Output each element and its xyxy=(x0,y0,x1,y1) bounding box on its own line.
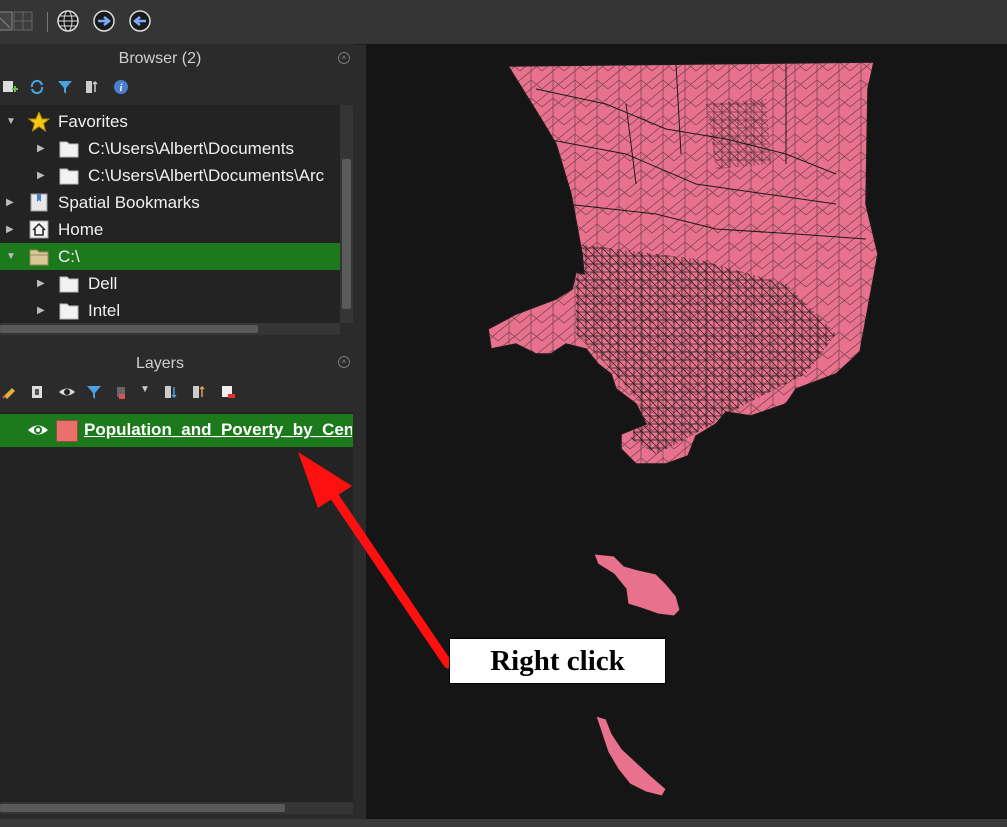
chevron-right-icon[interactable]: ▶ xyxy=(37,162,45,189)
bookmark-icon xyxy=(29,193,49,212)
chevron-right-icon[interactable]: ▶ xyxy=(37,297,45,323)
style-icon[interactable] xyxy=(2,384,18,400)
refresh-icon[interactable] xyxy=(29,79,45,95)
layer-item-population-poverty[interactable]: Population_and_Poverty_by_Cen xyxy=(0,414,353,447)
info-icon[interactable]: i xyxy=(113,79,129,95)
chevron-down-icon[interactable]: ▼ xyxy=(6,108,16,135)
drive-folder-icon xyxy=(29,247,49,266)
close-icon[interactable]: × xyxy=(338,52,350,64)
tree-item-spatial-bookmarks[interactable]: ▶ Spatial Bookmarks xyxy=(0,189,340,216)
island-san-clemente xyxy=(595,715,667,797)
close-icon[interactable]: × xyxy=(338,356,350,368)
filter-expression-icon[interactable] xyxy=(114,384,130,400)
map-svg[interactable] xyxy=(366,44,1007,819)
folder-icon xyxy=(59,166,79,185)
tree-item-label: C:\Users\Albert\Documents\Arc xyxy=(88,166,325,185)
tree-item-label: Intel xyxy=(88,301,121,320)
tree-item-dell[interactable]: ▶ Dell xyxy=(0,270,340,297)
browser-tree: ▼ Favorites ▶ C:\Users\Albert\Documents … xyxy=(0,105,340,323)
grid-icon[interactable] xyxy=(12,9,36,33)
browser-vertical-scrollbar[interactable] xyxy=(340,105,353,323)
layer-color-swatch[interactable] xyxy=(56,420,78,442)
tree-item-home[interactable]: ▶ Home xyxy=(0,216,340,243)
folder-icon xyxy=(59,301,79,320)
county-polygon xyxy=(487,61,879,465)
tree-item-c-drive[interactable]: ▼ C:\ xyxy=(0,243,340,270)
remove-layer-icon[interactable] xyxy=(220,384,236,400)
scrollbar-thumb[interactable] xyxy=(0,804,285,812)
scrollbar-thumb[interactable] xyxy=(342,159,351,309)
filter-icon[interactable] xyxy=(57,79,73,95)
annotation-callout: Right click xyxy=(449,638,666,684)
tree-item-label: C:\Users\Albert\Documents xyxy=(88,139,294,158)
tree-item-label: C:\ xyxy=(58,247,80,266)
filter-icon[interactable] xyxy=(86,384,102,400)
chevron-down-icon[interactable]: ▼ xyxy=(6,243,16,270)
tree-item-label: Dell xyxy=(88,274,118,293)
layers-title: Layers xyxy=(135,355,185,372)
forward-globe-icon[interactable] xyxy=(92,9,116,33)
layers-horizontal-scrollbar[interactable] xyxy=(0,802,353,814)
back-globe-icon[interactable] xyxy=(128,9,152,33)
home-icon xyxy=(29,220,49,239)
collapse-icon[interactable] xyxy=(85,79,101,95)
island-santa-catalina xyxy=(593,553,681,617)
top-toolbar xyxy=(0,0,1007,45)
add-layer-icon[interactable] xyxy=(2,79,18,95)
collapse-icon[interactable] xyxy=(192,384,208,400)
chevron-right-icon[interactable]: ▶ xyxy=(37,270,45,297)
tree-item-label: Favorites xyxy=(58,112,128,131)
tree-item-documents-arc[interactable]: ▶ C:\Users\Albert\Documents\Arc xyxy=(0,162,340,189)
map-canvas[interactable] xyxy=(366,44,1007,819)
layers-tree: Population_and_Poverty_by_Cen xyxy=(0,412,353,814)
expand-icon[interactable] xyxy=(164,384,180,400)
browser-horizontal-scrollbar[interactable] xyxy=(0,323,340,335)
tree-item-label: Home xyxy=(58,220,104,239)
add-group-icon[interactable] xyxy=(30,384,46,400)
folder-icon xyxy=(59,139,79,158)
scrollbar-thumb[interactable] xyxy=(0,325,258,333)
tree-item-documents[interactable]: ▶ C:\Users\Albert\Documents xyxy=(0,135,340,162)
tree-item-label: Spatial Bookmarks xyxy=(58,193,200,212)
chevron-right-icon[interactable]: ▶ xyxy=(6,216,14,243)
chevron-right-icon[interactable]: ▶ xyxy=(6,189,14,216)
star-icon xyxy=(27,110,51,133)
svg-text:i: i xyxy=(120,83,123,94)
browser-title: Browser (2) xyxy=(118,50,202,67)
eye-icon[interactable] xyxy=(27,422,49,443)
chevron-right-icon[interactable]: ▶ xyxy=(37,135,45,162)
tree-item-intel[interactable]: ▶ Intel xyxy=(0,297,340,323)
folder-icon xyxy=(59,274,79,293)
status-bar xyxy=(0,819,1007,827)
visibility-icon[interactable] xyxy=(58,384,75,400)
tree-item-favorites[interactable]: ▼ Favorites xyxy=(0,108,340,135)
globe-icon[interactable] xyxy=(56,9,80,33)
toolbar-separator xyxy=(47,12,48,32)
dropdown-icon[interactable]: ▼ xyxy=(140,384,156,400)
layer-name[interactable]: Population_and_Poverty_by_Cen xyxy=(84,420,352,440)
